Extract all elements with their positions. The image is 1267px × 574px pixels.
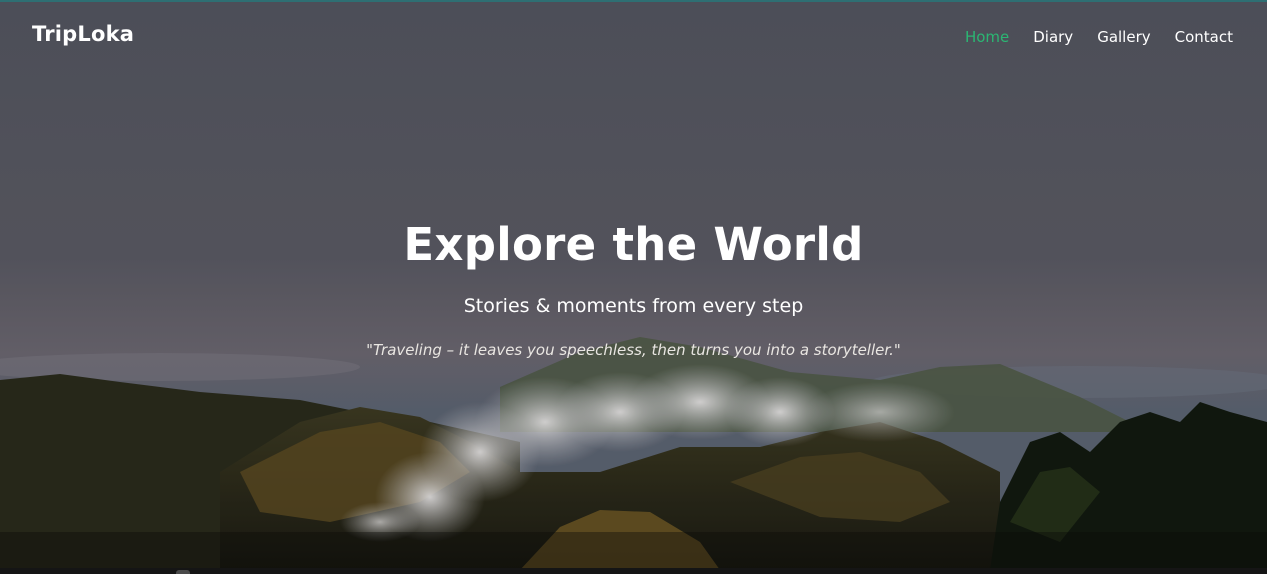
nav-menu: Home Diary Gallery Contact [965,27,1233,46]
nav-link-contact[interactable]: Contact [1175,28,1233,46]
nav-link-gallery[interactable]: Gallery [1097,28,1150,46]
scroll-thumb[interactable] [176,570,190,574]
nav-item-gallery: Gallery [1097,27,1150,46]
hero-quote: "Traveling – it leaves you speechless, t… [366,341,901,359]
nav-link-home[interactable]: Home [965,28,1009,46]
hero-content: Explore the World Stories & moments from… [0,214,1267,360]
nav-item-diary: Diary [1033,27,1073,46]
hero-section: TripLoka Home Diary Gallery Contact Expl… [0,0,1267,568]
page-bottom-edge [0,568,1267,574]
hero-title: Explore the World [403,218,864,271]
nav-item-contact: Contact [1175,27,1233,46]
nav-link-diary[interactable]: Diary [1033,28,1073,46]
brand-logo[interactable]: TripLoka [32,22,134,46]
nav-item-home: Home [965,27,1009,46]
hero-subtitle: Stories & moments from every step [463,295,804,317]
navbar: TripLoka Home Diary Gallery Contact [0,2,1267,72]
